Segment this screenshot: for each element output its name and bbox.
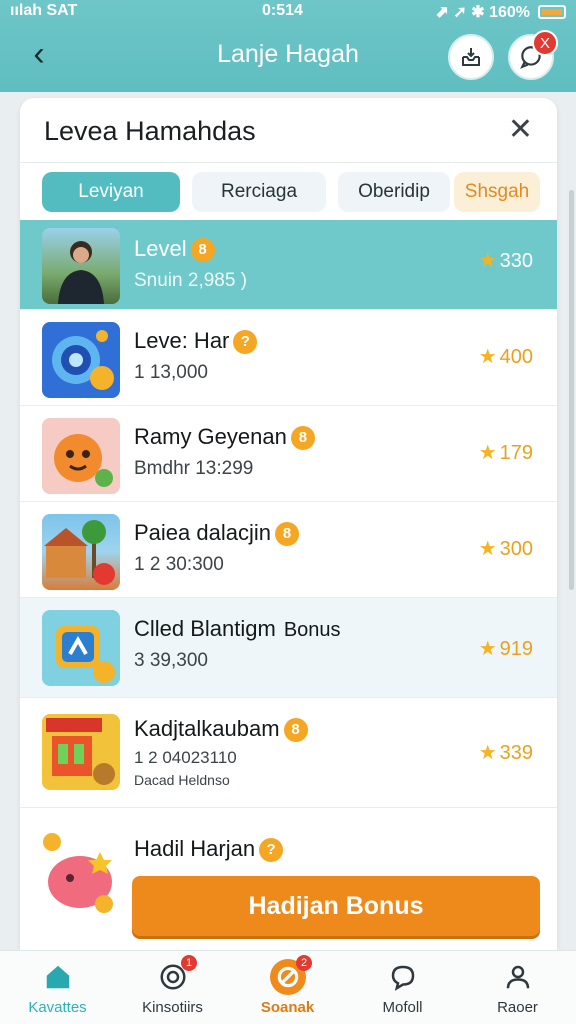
nav-label: Mofoll <box>382 999 423 1016</box>
user-icon <box>500 959 536 995</box>
star-value: ★ 400 <box>478 346 533 368</box>
list-item[interactable]: Paiea dalacjin 8 1 2 30:300 ★ 300 <box>20 502 557 598</box>
bottom-nav: Kavattes 1 Kinsotiirs 2 Soanak Mofoll Ra… <box>0 950 576 1024</box>
star-icon: ★ <box>478 742 497 764</box>
bonus-section: Hadil Harjan? Hadijan Bonus <box>20 810 557 950</box>
coin-icon: 8 <box>290 426 315 451</box>
home-icon <box>40 959 76 995</box>
tab-bar: Leviyan Rerciaga Oberidip Shsgah <box>42 172 542 212</box>
bonus-thumbnail <box>40 830 120 916</box>
list-item[interactable]: Level 8 Snuin 2,985 ) ★ 330 <box>20 220 557 310</box>
chat-button[interactable]: X <box>508 30 558 80</box>
nav-item-soanak[interactable]: 2 Soanak <box>230 951 345 1024</box>
inbox-icon <box>462 48 480 66</box>
tab-leviyan[interactable]: Leviyan <box>42 172 180 212</box>
timer-game-icon <box>56 626 115 683</box>
bonus-title: Hadil Harjan? <box>134 836 284 863</box>
star-icon: ★ <box>478 442 497 464</box>
slot-machine-icon <box>46 718 115 785</box>
star-icon: ★ <box>478 638 497 660</box>
list-item[interactable]: Ramy Geyenan 8 Bmdhr 13:299 ★ 179 <box>20 406 557 502</box>
star-icon: ★ <box>478 250 497 272</box>
list-item[interactable]: Clled Blantigm Bonus 3 39,300 ★ 919 <box>20 598 557 698</box>
app-thumbnail <box>42 418 120 494</box>
star-value: ★ 919 <box>478 638 533 660</box>
row-subtitle: 1 13,000 <box>134 362 208 383</box>
app-header: ıılah SAT 0:514 ⬈ ➚ ✱ 160% ‹ Lanje Hagah… <box>0 0 576 92</box>
sheet-title: Levea Hamahdas <box>44 116 256 146</box>
app-thumbnail <box>42 610 120 686</box>
piggy-bank-icon <box>43 833 113 913</box>
nav-label: Soanak <box>260 999 315 1016</box>
row-caption: Dacad Heldnso <box>134 772 230 788</box>
bonus-tag: Bonus <box>283 619 341 641</box>
app-thumbnail <box>42 322 120 398</box>
coin-icon: 8 <box>274 522 299 547</box>
row-subtitle: 1 2 04023110 <box>134 748 237 767</box>
notification-badge: 1 <box>181 955 197 971</box>
page-title: Lanje Hagah <box>217 40 359 68</box>
scrollbar[interactable] <box>569 190 574 590</box>
chat-icon <box>385 959 421 995</box>
claim-bonus-button[interactable]: Hadijan Bonus <box>132 876 540 936</box>
avatar <box>42 228 120 304</box>
coin-icon: ? <box>233 330 258 355</box>
star-value: ★ 339 <box>478 742 533 764</box>
app-thumbnail <box>42 714 120 790</box>
back-button[interactable]: ‹ <box>22 36 56 74</box>
signal-carrier: ıılah SAT <box>10 2 78 19</box>
list-item[interactable]: Kadjtalkaubam 8 1 2 04023110 Dacad Heldns… <box>20 698 557 808</box>
tab-shsgah[interactable]: Shsgah <box>454 172 540 212</box>
row-subtitle: Snuin 2,985 ) <box>134 270 248 291</box>
row-title: Level 8 <box>134 236 215 263</box>
inbox-button[interactable] <box>448 34 494 80</box>
star-value: ★ 330 <box>478 250 533 272</box>
nav-label: Raoer <box>497 999 538 1016</box>
status-time: 0:514 <box>262 2 303 19</box>
tab-rerciaga[interactable]: Rerciaga <box>192 172 326 212</box>
list-item[interactable]: Leve: Har? 1 13,000 ★ 400 <box>20 310 557 406</box>
app-thumbnail <box>42 514 120 590</box>
coin-icon: ? <box>259 838 284 863</box>
divider <box>20 162 557 163</box>
tab-oberidip[interactable]: Oberidip <box>338 172 450 212</box>
row-title: Leve: Har? <box>134 328 258 355</box>
nav-label: Kinsotiirs <box>142 999 203 1016</box>
village-scene-icon <box>44 520 115 585</box>
star-value: ★ 300 <box>478 538 533 560</box>
row-title: Paiea dalacjin 8 <box>134 520 299 547</box>
row-subtitle: 3 39,300 <box>134 650 208 671</box>
notification-badge: 2 <box>296 955 312 971</box>
nav-item-raoer[interactable]: Raoer <box>460 951 575 1024</box>
nav-item-mofoll[interactable]: Mofoll <box>345 951 460 1024</box>
row-title: Ramy Geyenan 8 <box>134 424 315 451</box>
person-photo-icon <box>58 241 104 304</box>
row-title: Clled Blantigm Bonus <box>134 616 341 641</box>
star-value: ★ 179 <box>478 442 533 464</box>
status-right-text: ⬈ ➚ ✱ 160% <box>435 4 530 21</box>
star-icon: ★ <box>478 346 497 368</box>
coin-icon: 8 <box>190 238 215 263</box>
star-icon: ★ <box>478 538 497 560</box>
nav-item-kavattes[interactable]: Kavattes <box>0 951 115 1024</box>
nav-item-kinsotiirs[interactable]: 1 Kinsotiirs <box>115 951 230 1024</box>
status-icons: ⬈ ➚ ✱ 160% <box>436 2 566 22</box>
spiral-game-icon <box>52 330 114 390</box>
row-subtitle: Bmdhr 13:299 <box>134 458 254 479</box>
nav-label: Kavattes <box>28 999 87 1016</box>
orange-mascot-icon <box>54 434 113 487</box>
battery-icon <box>538 5 566 19</box>
close-badge[interactable]: X <box>532 30 558 56</box>
rewards-sheet: Levea Hamahdas ✕ Leviyan Rerciaga Oberid… <box>20 98 557 950</box>
close-icon[interactable]: ✕ <box>508 112 533 147</box>
status-bar: ıılah SAT 0:514 ⬈ ➚ ✱ 160% <box>0 0 576 24</box>
row-subtitle: 1 2 30:300 <box>134 554 224 575</box>
coin-icon: 8 <box>283 718 308 743</box>
row-title: Kadjtalkaubam 8 <box>134 716 308 743</box>
